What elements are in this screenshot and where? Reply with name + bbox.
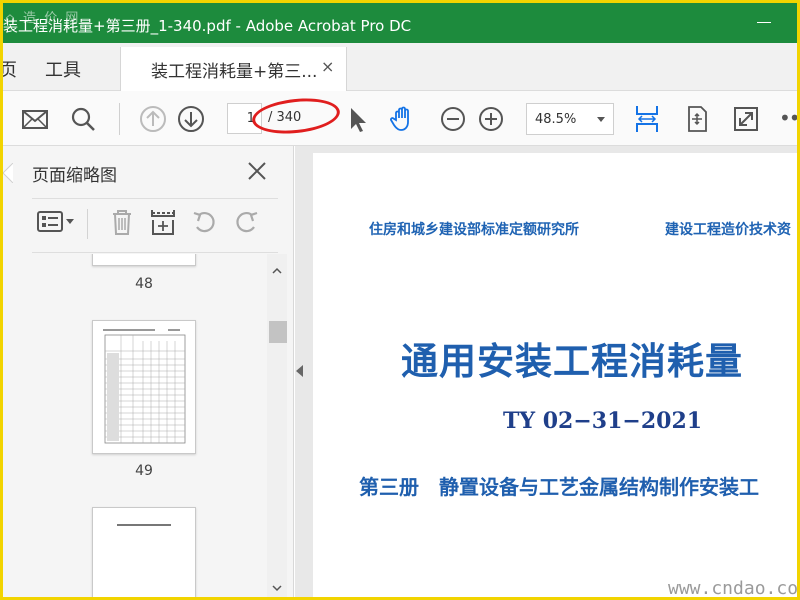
toolbar: 1 / 340 48.5% ••• [3,91,797,146]
document-tab-label: 装工程消耗量+第三... [151,62,318,82]
scroll-up-icon[interactable] [272,266,282,276]
menu-home[interactable]: 页 [3,56,17,82]
thumbnail-list: 48 49 [3,254,267,597]
menu-tools[interactable]: 工具 [45,56,81,82]
site-watermark: www.cndao.com [668,578,797,597]
collapse-panel-icon[interactable] [296,365,303,377]
zoom-select[interactable]: 48.5% [526,103,614,135]
fit-width-icon[interactable] [631,103,663,135]
thumbnail-page[interactable] [92,507,196,597]
panel-divider [32,252,278,253]
doc-publisher-right: 建设工程造价技术资 [665,222,791,238]
thumbnail-page-number: 48 [135,276,153,292]
hand-tool-icon[interactable] [387,103,419,135]
trash-icon[interactable] [107,207,137,237]
logo-watermark: ⌂ 造 价 网 [5,11,81,26]
thumbnail-page-number: 49 [135,463,153,479]
panel-toolbar-separator [87,209,88,239]
close-icon[interactable] [246,160,268,182]
panel-pointer-icon [3,163,13,183]
red-annotation-circle [250,94,342,138]
menu-bar: 页 工具 装工程消耗量+第三... × [3,43,797,92]
doc-volume: 第三册 静置设备与工艺金属结构制作安装工 [359,475,759,499]
doc-code: TY 02−31−2021 [503,408,703,434]
scrollbar-thumb[interactable] [269,321,287,343]
document-view[interactable]: 住房和城乡建设部标准定额研究所 建设工程造价技术资 通用安装工程消耗量 TY 0… [295,146,797,597]
thumbnail-table-preview [103,329,186,444]
thumbnail-page[interactable] [92,320,196,454]
tab-close-icon[interactable]: × [321,57,334,76]
minimize-button[interactable] [757,22,771,23]
rotate-right-icon[interactable] [231,207,261,237]
thumbnail-scrollbar[interactable] [267,254,287,597]
app-window: 装工程消耗量+第三册_1-340.pdf - Adobe Acrobat Pro… [3,3,797,597]
scroll-down-icon[interactable] [272,583,282,593]
doc-title: 通用安装工程消耗量 [401,340,743,383]
extract-pages-icon[interactable] [148,207,178,237]
previous-page-icon[interactable] [137,103,169,135]
zoom-in-icon[interactable] [475,103,507,135]
doc-publisher-left: 住房和城乡建设部标准定额研究所 [369,222,579,238]
full-screen-icon[interactable] [730,103,762,135]
rotate-view-icon[interactable] [681,103,713,135]
search-icon[interactable] [67,103,99,135]
thumbnail-page[interactable] [92,254,196,266]
document-page: 住房和城乡建设部标准定额研究所 建设工程造价技术资 通用安装工程消耗量 TY 0… [313,153,797,597]
options-menu-icon[interactable] [36,207,78,237]
next-page-icon[interactable] [175,103,207,135]
thumbnails-panel: 页面缩略图 48 49 [3,146,294,597]
toolbar-separator [119,103,120,135]
title-bar: 装工程消耗量+第三册_1-340.pdf - Adobe Acrobat Pro… [3,3,797,43]
zoom-out-icon[interactable] [437,103,469,135]
document-tab[interactable]: 装工程消耗量+第三... × [120,47,347,92]
panel-title: 页面缩略图 [32,166,117,186]
zoom-value: 48.5% [535,112,577,127]
thumbnail-text-preview [117,524,171,526]
select-cursor-icon[interactable] [341,103,373,135]
email-icon[interactable] [19,103,51,135]
panel-divider [32,198,278,199]
chevron-down-icon [597,117,605,122]
rotate-left-icon[interactable] [190,207,220,237]
more-icon[interactable]: ••• [779,106,797,130]
